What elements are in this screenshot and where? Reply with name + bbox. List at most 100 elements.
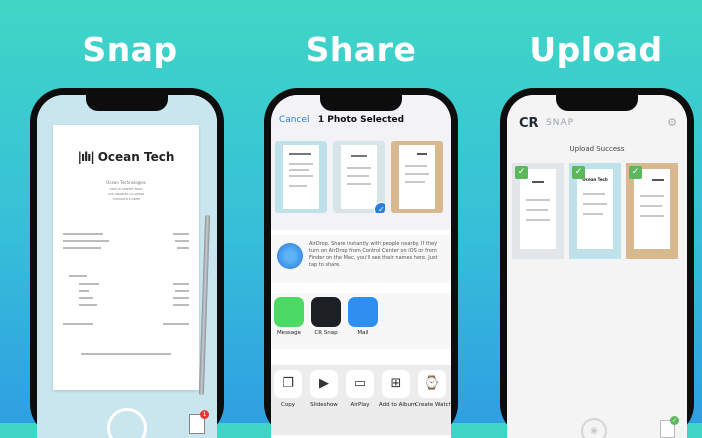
receipt-line: Ocean Technologies — [106, 180, 146, 185]
receipt-item — [173, 233, 189, 235]
phone-snap: |ılı| Ocean Tech Ocean Technologies 1600 … — [30, 88, 224, 438]
receipt-item — [289, 153, 311, 155]
watch-icon: ⌚ — [418, 370, 446, 398]
action-slideshow[interactable]: ▶ Slideshow — [307, 370, 341, 408]
receipt-item — [163, 323, 189, 325]
soundwave-icon: |ılı| — [77, 150, 95, 164]
app-label: Message — [276, 330, 302, 336]
receipt-item — [79, 304, 97, 306]
receipt-item — [583, 193, 605, 195]
add-album-icon: ⊞ — [382, 370, 410, 398]
share-action-row: ❐ Copy ▶ Slideshow ▭ AirPlay ⊞ Add to Al… — [271, 365, 451, 435]
receipt-item — [640, 215, 664, 217]
photo-thumbnail[interactable] — [391, 141, 443, 213]
receipt-line: 1600 W SUNSET BLVD — [109, 187, 143, 191]
receipt-paper — [341, 145, 377, 209]
checkmark-icon: ✓ — [629, 166, 642, 179]
receipt-item — [583, 203, 607, 205]
receipt-item — [347, 167, 371, 169]
heading-snap: Snap — [82, 30, 178, 69]
phone-notch — [320, 95, 402, 111]
airdrop-icon — [277, 243, 303, 269]
action-label: AirPlay — [350, 402, 370, 408]
cr-snap-icon — [311, 297, 341, 327]
mail-icon — [348, 297, 378, 327]
success-badge: ✓ — [670, 416, 679, 425]
receipt-item — [526, 209, 548, 211]
app-label: CR Snap — [314, 330, 338, 336]
share-app-message[interactable]: Message — [273, 297, 305, 336]
action-create-watch-face[interactable]: ⌚ Create Watch Fa — [415, 370, 451, 408]
receipt-item — [405, 165, 427, 167]
gear-icon[interactable]: ⚙ — [667, 116, 677, 129]
receipt-item — [526, 199, 550, 201]
phone-share: Cancel 1 Photo Selected ✓ AirDrop. Share… — [264, 88, 458, 438]
photo-thumbnail[interactable] — [275, 141, 327, 213]
receipt-item — [526, 219, 550, 221]
airdrop-description: AirDrop. Share instantly with people nea… — [309, 241, 438, 268]
heading-upload: Upload — [529, 30, 663, 69]
receipt-item — [289, 175, 313, 177]
receipt-item — [289, 185, 307, 187]
receipt-item — [79, 297, 93, 299]
receipt-item — [173, 283, 189, 285]
message-icon — [274, 297, 304, 327]
receipt-paper — [283, 145, 319, 209]
receipt-paper — [399, 145, 435, 209]
app-label: Mail — [357, 330, 369, 336]
receipt-item — [640, 205, 662, 207]
airplay-icon: ▭ — [346, 370, 374, 398]
receipt-line: 7/20/2018 4:39PM — [112, 197, 140, 201]
receipt-item — [417, 153, 427, 155]
receipt-paper: Ocean Tech — [577, 169, 613, 249]
receipt-item — [405, 181, 425, 183]
share-app-mail[interactable]: Mail — [347, 297, 379, 336]
receipt-paper — [634, 169, 670, 249]
uploaded-receipt[interactable]: ✓ Ocean Tech — [569, 163, 621, 259]
action-add-to-album[interactable]: ⊞ Add to Album — [379, 370, 416, 408]
share-app-cr-snap[interactable]: CR Snap — [310, 297, 342, 336]
captured-thumbnail[interactable]: 1 — [189, 410, 209, 434]
receipt-item — [63, 240, 109, 242]
badge-count: 1 — [200, 410, 209, 419]
action-label: Copy — [281, 402, 295, 408]
action-airplay[interactable]: ▭ AirPlay — [343, 370, 377, 408]
uploaded-receipt[interactable]: ✓ — [626, 163, 678, 259]
receipt-item — [289, 169, 309, 171]
receipt-paper — [520, 169, 556, 249]
share-nav: Cancel 1 Photo Selected — [271, 115, 451, 135]
receipt-item — [652, 179, 664, 181]
receipt-item — [640, 195, 664, 197]
uploaded-receipt[interactable]: ✓ — [512, 163, 564, 259]
phone-upload: CR SNAP ⚙ Upload Success ✓ ✓ Ocean Tech … — [500, 88, 694, 438]
share-screen: Cancel 1 Photo Selected ✓ AirDrop. Share… — [271, 95, 451, 438]
airdrop-row: AirDrop. Share instantly with people nea… — [271, 235, 451, 283]
receipt-item — [405, 173, 429, 175]
receipt-logo: |ılı| Ocean Tech — [77, 150, 175, 164]
receipt-item — [347, 175, 369, 177]
receipt-item — [69, 275, 87, 277]
play-icon: ▶ — [310, 370, 338, 398]
receipt-item — [79, 283, 99, 285]
receipt-item — [175, 240, 189, 242]
cr-logo: CR — [519, 116, 539, 131]
copy-icon: ❐ — [274, 370, 302, 398]
receipt-item — [173, 304, 189, 306]
action-copy[interactable]: ❐ Copy — [271, 370, 305, 408]
camera-button[interactable]: ◉ — [581, 418, 607, 438]
checkmark-icon: ✓ — [572, 166, 585, 179]
receipt-item — [583, 213, 603, 215]
receipt-item — [63, 323, 93, 325]
share-title: 1 Photo Selected — [317, 115, 405, 125]
receipt-line: LOS ANGELES CA 90026 — [107, 192, 145, 196]
receipt-item — [289, 163, 313, 165]
receipt-preview: |ılı| Ocean Tech Ocean Technologies 1600 … — [53, 125, 199, 390]
action-label: Create Watch Fa — [415, 402, 451, 408]
photo-thumbnail-selected[interactable]: ✓ — [333, 141, 385, 213]
receipt-item — [351, 155, 367, 157]
receipt-item — [79, 290, 89, 292]
snap-screen: |ılı| Ocean Tech Ocean Technologies 1600 … — [37, 95, 217, 438]
checkmark-icon: ✓ — [374, 202, 385, 213]
app-name: SNAP — [546, 118, 575, 128]
action-label: Slideshow — [310, 402, 338, 408]
